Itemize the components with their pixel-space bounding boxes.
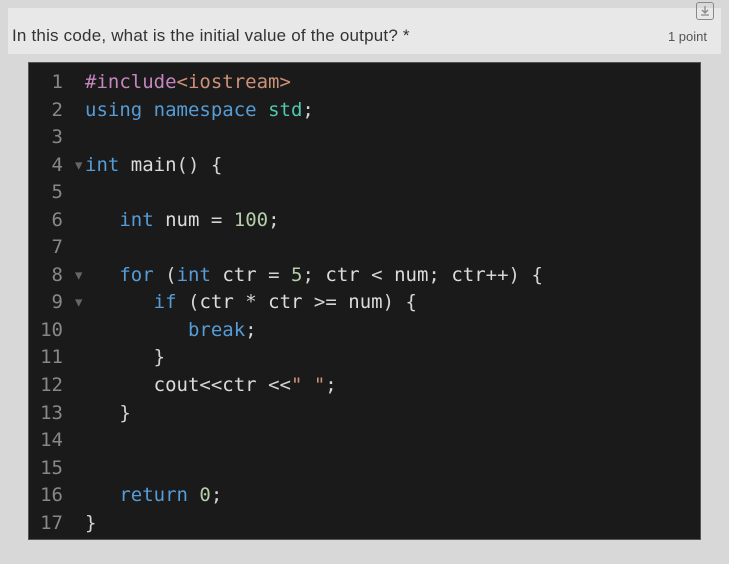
code-line: 14	[29, 427, 700, 455]
fold-marker	[73, 455, 85, 483]
line-number: 5	[29, 179, 73, 207]
fold-marker[interactable]: ▾	[73, 262, 85, 290]
code-line: 2 using namespace std;	[29, 97, 700, 125]
fold-marker	[73, 482, 85, 510]
code-content: }	[85, 400, 700, 428]
fold-marker	[73, 207, 85, 235]
code-content: for (int ctr = 5; ctr < num; ctr++) {	[85, 262, 700, 290]
question-header: In this code, what is the initial value …	[8, 8, 721, 54]
line-number: 16	[29, 482, 73, 510]
fold-marker	[73, 510, 85, 538]
line-number: 4	[29, 152, 73, 180]
code-line: 9▾ if (ctr * ctr >= num) {	[29, 289, 700, 317]
code-content: if (ctr * ctr >= num) {	[85, 289, 700, 317]
fold-marker	[73, 400, 85, 428]
line-number: 1	[29, 69, 73, 97]
fold-marker	[73, 69, 85, 97]
fold-marker	[73, 179, 85, 207]
line-number: 14	[29, 427, 73, 455]
code-line: 5	[29, 179, 700, 207]
code-block: 1 #include<iostream>2 using namespace st…	[28, 62, 701, 540]
code-content	[85, 427, 700, 455]
code-content: int main() {	[85, 152, 700, 180]
line-number: 7	[29, 234, 73, 262]
code-content: }	[85, 344, 700, 372]
code-line: 6 int num = 100;	[29, 207, 700, 235]
code-content	[85, 124, 700, 152]
points-label: 1 point	[668, 29, 707, 44]
line-number: 10	[29, 317, 73, 345]
code-line: 12 cout<<ctr <<" ";	[29, 372, 700, 400]
fold-marker	[73, 344, 85, 372]
code-line: 15	[29, 455, 700, 483]
code-line: 17 }	[29, 510, 700, 538]
line-number: 15	[29, 455, 73, 483]
line-number: 17	[29, 510, 73, 538]
line-number: 13	[29, 400, 73, 428]
fold-marker	[73, 317, 85, 345]
code-line: 8▾ for (int ctr = 5; ctr < num; ctr++) {	[29, 262, 700, 290]
code-content: cout<<ctr <<" ";	[85, 372, 700, 400]
code-line: 16 return 0;	[29, 482, 700, 510]
line-number: 8	[29, 262, 73, 290]
line-number: 3	[29, 124, 73, 152]
code-line: 13 }	[29, 400, 700, 428]
line-number: 9	[29, 289, 73, 317]
line-number: 6	[29, 207, 73, 235]
fold-marker	[73, 372, 85, 400]
code-content: int num = 100;	[85, 207, 700, 235]
code-line: 3	[29, 124, 700, 152]
fold-marker	[73, 427, 85, 455]
code-line: 1 #include<iostream>	[29, 69, 700, 97]
code-content	[85, 455, 700, 483]
code-content: return 0;	[85, 482, 700, 510]
code-content: break;	[85, 317, 700, 345]
code-line: 4▾int main() {	[29, 152, 700, 180]
code-content	[85, 234, 700, 262]
code-content: }	[85, 510, 700, 538]
line-number: 2	[29, 97, 73, 125]
fold-marker[interactable]: ▾	[73, 289, 85, 317]
line-number: 12	[29, 372, 73, 400]
code-content: using namespace std;	[85, 97, 700, 125]
fold-marker[interactable]: ▾	[73, 152, 85, 180]
line-number: 11	[29, 344, 73, 372]
code-line: 11 }	[29, 344, 700, 372]
code-line: 10 break;	[29, 317, 700, 345]
question-text: In this code, what is the initial value …	[12, 26, 410, 46]
download-icon[interactable]	[696, 2, 714, 20]
code-content: #include<iostream>	[85, 69, 700, 97]
fold-marker	[73, 124, 85, 152]
code-content	[85, 179, 700, 207]
fold-marker	[73, 97, 85, 125]
code-line: 7	[29, 234, 700, 262]
fold-marker	[73, 234, 85, 262]
